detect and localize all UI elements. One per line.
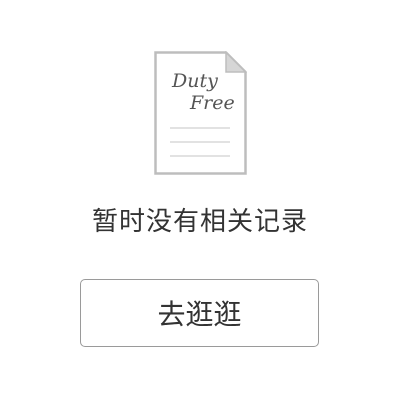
- go-shopping-button[interactable]: 去逛逛: [80, 279, 319, 347]
- document-icon: Duty Free: [154, 51, 247, 175]
- empty-message: 暂时没有相关记录: [91, 207, 308, 237]
- logo-line-1: Duty: [171, 70, 218, 92]
- empty-state-screen: Duty Free 暂时没有相关记录 去逛逛: [0, 0, 400, 400]
- logo-line-2: Free: [189, 92, 235, 114]
